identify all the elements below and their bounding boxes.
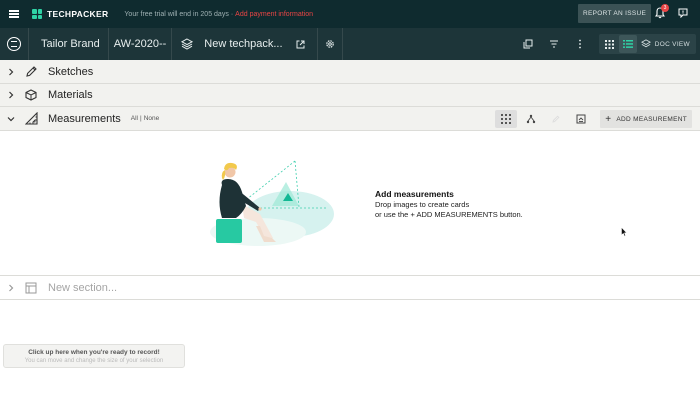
add-payment-link[interactable]: Add payment information (235, 11, 313, 18)
chevron-right-icon[interactable] (0, 68, 22, 76)
empty-state-title: Add measurements (375, 189, 454, 199)
section-sketches[interactable]: Sketches (0, 60, 700, 84)
grid-toggle-icon[interactable] (495, 110, 518, 128)
empty-state-line: Drop images to create cards (375, 200, 470, 209)
logo[interactable]: TECHPACKER (32, 9, 108, 19)
feedback-icon[interactable] (678, 8, 688, 18)
external-link-icon[interactable] (291, 40, 311, 49)
doc-view-button[interactable]: DOC VIEW (637, 35, 694, 53)
chevron-right-icon[interactable] (0, 91, 22, 99)
list-view-icon[interactable] (618, 35, 637, 53)
measurements-empty-area[interactable] (0, 131, 700, 276)
image-card-icon[interactable] (570, 110, 592, 128)
add-measurement-label: ADD MEASUREMENT (616, 115, 687, 123)
section-title: Measurements (48, 112, 121, 125)
trial-separator: · (230, 10, 234, 18)
record-hint: You can move and change the size of your… (24, 358, 164, 364)
record-title: Click up here when you're ready to recor… (28, 349, 160, 356)
copy-icon[interactable] (515, 28, 541, 60)
view-controls: DOC VIEW (515, 28, 700, 60)
section-materials[interactable]: Materials (0, 84, 700, 107)
chevron-right-icon[interactable] (0, 284, 22, 292)
empty-state-line: or use the + ADD MEASUREMENTS button. (375, 210, 523, 219)
home-icon (7, 37, 21, 51)
report-issue-button[interactable]: REPORT AN ISSUE (578, 4, 652, 23)
techpack-name[interactable]: New techpack... (202, 28, 290, 60)
empty-state-message: Add measurements Drop images to create c… (375, 189, 523, 219)
divider (341, 28, 343, 60)
cursor-icon (621, 227, 627, 237)
gear-icon[interactable] (318, 39, 342, 49)
chevron-down-icon[interactable] (0, 116, 22, 122)
doc-view-icon (640, 39, 651, 48)
add-measurement-button[interactable]: + ADD MEASUREMENT (600, 110, 692, 128)
section-measurements[interactable]: Measurements All | None + ADD MEASUREMENT (0, 107, 700, 131)
trial-notice: Your free trial will end in 205 days · Add… (124, 11, 313, 18)
hierarchy-icon[interactable] (520, 110, 542, 128)
techpack-header: Tailor Brand AW-2020-- New techpack... D… (0, 28, 700, 60)
filter-icon[interactable] (541, 28, 567, 60)
menu-icon[interactable] (0, 0, 28, 28)
section-title: Materials (48, 89, 93, 101)
new-section-row[interactable]: New section... (0, 277, 700, 300)
layers-icon[interactable] (172, 28, 202, 60)
cube-icon (22, 89, 40, 101)
plus-icon: + (605, 113, 612, 125)
top-bar: TECHPACKER Your free trial will end in 2… (0, 0, 700, 28)
logo-mark-icon (32, 9, 42, 19)
doc-view-label: DOC VIEW (654, 40, 690, 48)
view-toggle: DOC VIEW (598, 34, 696, 54)
measurement-filter: All | None (131, 115, 159, 122)
logo-text: TECHPACKER (47, 9, 109, 19)
style-breadcrumb[interactable]: AW-2020-- (109, 28, 172, 60)
measurement-tools: + ADD MEASUREMENT (492, 107, 692, 131)
brand-breadcrumb[interactable]: Tailor Brand (29, 28, 108, 60)
section-title: Sketches (48, 65, 94, 78)
filter-none-link[interactable]: None (144, 115, 160, 122)
filter-separator: | (140, 115, 142, 122)
ruler-triangle-icon (22, 112, 40, 125)
table-icon (22, 282, 40, 294)
record-prompt[interactable]: Click up here when you're ready to recor… (3, 344, 185, 368)
pencil-icon (22, 65, 40, 78)
more-icon[interactable] (567, 28, 593, 60)
edit-disabled-icon (545, 110, 567, 128)
measurement-illustration (210, 160, 334, 246)
home-button[interactable] (0, 28, 28, 60)
filter-all-link[interactable]: All (131, 115, 138, 122)
grid-view-icon[interactable] (601, 35, 619, 53)
trial-text: Your free trial will end in 205 days (124, 10, 229, 18)
notification-badge: 3 (661, 4, 669, 12)
new-section-input[interactable]: New section... (48, 282, 117, 294)
